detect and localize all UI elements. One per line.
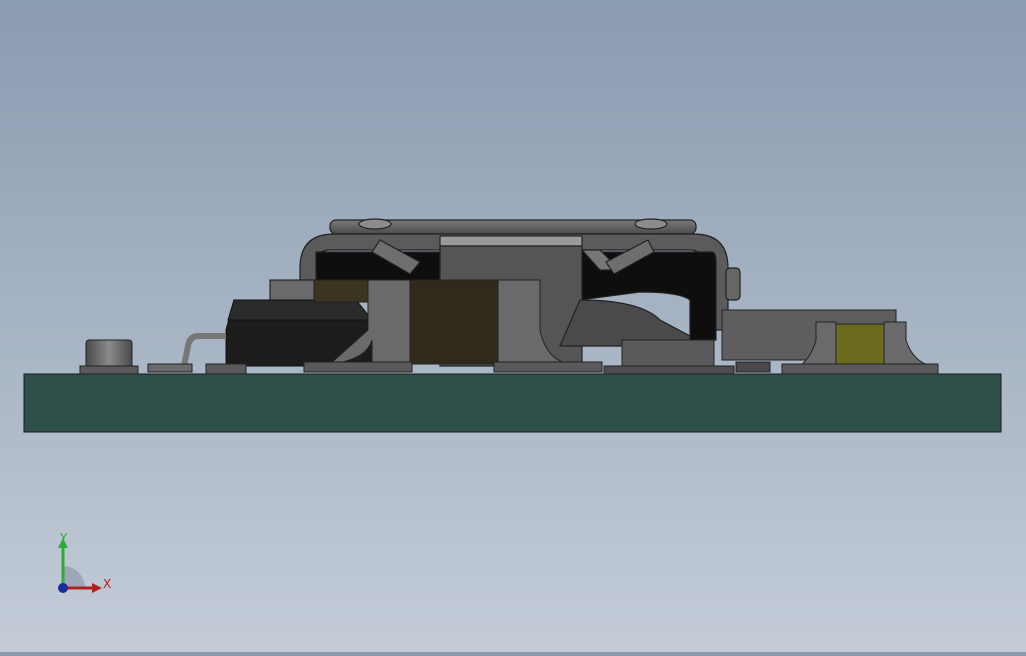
z-axis-dot [58, 583, 68, 593]
coordinate-triad: Y X [50, 530, 120, 600]
y-axis-label: Y [59, 531, 68, 545]
model-render [23, 218, 1002, 433]
pcb-board [23, 373, 1002, 433]
triad-graphic: Y X [58, 531, 111, 593]
x-axis-arrow [92, 583, 102, 593]
small-part-left [79, 339, 247, 375]
cad-viewport[interactable]: Y X [0, 0, 1026, 652]
x-axis-label: X [103, 577, 111, 591]
